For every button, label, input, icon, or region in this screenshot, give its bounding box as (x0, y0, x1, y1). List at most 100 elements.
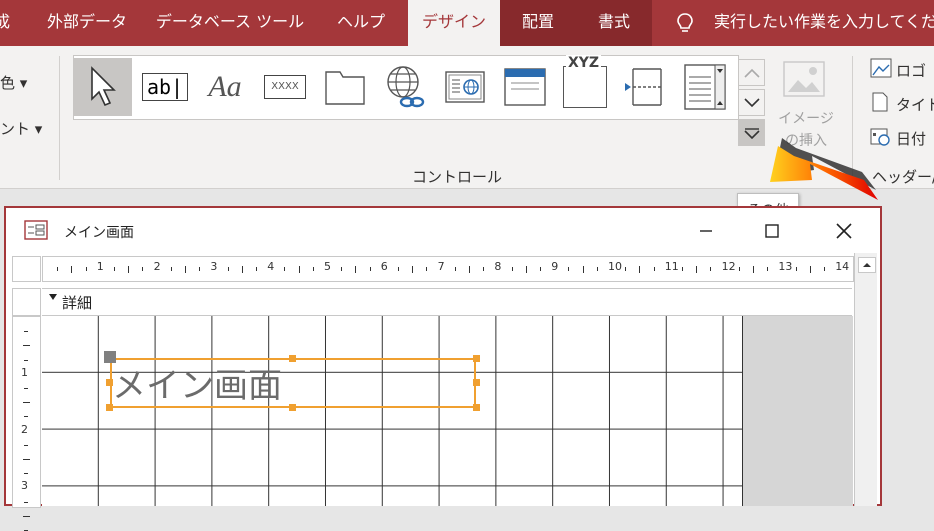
tab-format[interactable]: 書式 (576, 0, 652, 46)
resize-handle-top[interactable] (289, 355, 296, 362)
ruler-h-tick (227, 267, 229, 271)
navigation-control[interactable] (496, 58, 554, 116)
form-title-label[interactable]: メイン画面 (112, 358, 282, 407)
detail-section-bar[interactable] (42, 288, 852, 316)
controls-gallery: ab| Aa XXXX XYZ (73, 55, 739, 120)
ruler-h-number: 13 (778, 260, 793, 273)
lightbulb-icon[interactable] (674, 12, 696, 34)
horizontal-ruler[interactable]: 1 2 3 4 5 6 7 8 9 10 11 12 13 14 (42, 256, 854, 282)
pointer-arrow-icon (91, 66, 116, 107)
tell-me-search[interactable]: 実行したい作業を入力してくださ (714, 0, 934, 46)
label-icon: Aa (208, 70, 242, 103)
ruler-h-tick (284, 267, 286, 271)
combo-box-icon (684, 64, 726, 110)
section-selector[interactable] (12, 288, 41, 316)
ruler-h-tick (128, 265, 130, 273)
ribbon-separator (59, 56, 60, 180)
ribbon-item-font-partial[interactable]: ント ▾ (0, 118, 42, 139)
logo-button[interactable]: ロゴ (896, 60, 926, 81)
ruler-v-number: 2 (21, 422, 28, 436)
ruler-h-tick (85, 267, 87, 271)
date-time-button[interactable]: 日付 (896, 128, 926, 149)
ruler-corner[interactable] (12, 256, 41, 282)
ruler-h-tick (696, 265, 698, 273)
ruler-h-tick (142, 267, 144, 271)
ruler-h-tick (824, 267, 825, 271)
ruler-h-tick (341, 267, 343, 271)
ruler-h-number: 4 (267, 260, 275, 273)
title-button[interactable]: タイト (896, 94, 934, 115)
combo-box-control[interactable] (676, 58, 734, 116)
tab-create-partial[interactable]: 成 (0, 0, 16, 46)
ruler-v-tick (22, 345, 30, 347)
insert-image-label-line1: イメージ (778, 111, 834, 127)
web-browser-control[interactable] (436, 58, 494, 116)
vertical-scrollbar[interactable] (854, 253, 877, 506)
tab-database-tools[interactable]: データベース ツール (150, 0, 310, 46)
form-outside-area (742, 316, 853, 506)
ruler-h-tick (568, 267, 570, 271)
controls-group-label: コントロール (412, 168, 503, 186)
resize-handle-left[interactable] (106, 379, 113, 386)
ruler-h-tick (185, 265, 186, 273)
chevron-up-icon (743, 68, 760, 78)
detail-section-label: 詳細 (62, 294, 93, 312)
ruler-v-number: 3 (21, 479, 28, 493)
ruler-h-tick (241, 265, 243, 273)
close-button[interactable] (824, 216, 864, 246)
label-control[interactable]: Aa (196, 58, 254, 116)
option-group-glyph: XYZ (566, 55, 602, 71)
resize-handle-bottom-right[interactable] (473, 404, 480, 411)
tab-design[interactable]: デザイン (408, 0, 500, 46)
button-control[interactable]: XXXX (256, 58, 314, 116)
navigation-icon (504, 68, 546, 106)
ruler-h-tick (256, 267, 257, 271)
tab-arrange[interactable]: 配置 (500, 0, 576, 46)
tab-external-data[interactable]: 外部データ (32, 0, 142, 46)
ruler-h-tick (369, 267, 371, 271)
resize-handle-bottom-left[interactable] (106, 404, 113, 411)
page-break-control[interactable] (616, 58, 674, 116)
web-browser-icon (445, 71, 485, 103)
ruler-h-tick (114, 267, 115, 271)
ruler-v-tick (24, 501, 28, 503)
maximize-icon (765, 224, 779, 238)
textbox-control[interactable]: ab| (136, 58, 194, 116)
ruler-h-tick (795, 267, 797, 271)
ruler-h-tick (753, 265, 754, 273)
resize-handle-top-right[interactable] (473, 355, 480, 362)
maximize-button[interactable] (752, 216, 792, 246)
insert-image-icon[interactable] (782, 60, 826, 98)
title-page-icon (872, 92, 888, 112)
resize-handle-bottom[interactable] (289, 404, 296, 411)
ruler-h-number: 5 (324, 260, 331, 273)
option-group-control[interactable]: XYZ (556, 55, 614, 116)
ruler-h-tick (412, 265, 414, 273)
page-break-icon (625, 68, 662, 106)
vertical-ruler[interactable]: 1 2 3 (12, 316, 41, 531)
ruler-h-tick (809, 265, 811, 273)
form-icon (24, 220, 48, 240)
ruler-v-tick (22, 402, 30, 404)
minimize-button[interactable] (686, 216, 726, 246)
textbox-icon: ab| (141, 73, 189, 101)
tab-help[interactable]: ヘルプ (322, 0, 400, 46)
ruler-h-number: 11 (664, 260, 679, 273)
ruler-h-tick (639, 265, 641, 273)
design-grid[interactable] (42, 316, 742, 506)
scroll-up-arrow-icon (863, 263, 871, 267)
tab-control[interactable] (316, 58, 374, 116)
ruler-h-tick (596, 267, 598, 271)
move-handle[interactable] (104, 351, 116, 363)
resize-handle-right[interactable] (473, 379, 480, 386)
ruler-h-number: 1 (96, 260, 104, 273)
gallery-scroll-up-button[interactable] (738, 59, 765, 86)
ruler-h-tick (653, 267, 655, 271)
hyperlink-control[interactable] (376, 58, 434, 116)
ribbon-item-color-partial[interactable]: 色 ▾ (0, 72, 27, 93)
gallery-scroll-down-button[interactable] (738, 89, 765, 116)
ruler-h-tick (682, 267, 683, 271)
select-pointer-control[interactable] (74, 58, 132, 116)
globe-link-icon (387, 66, 425, 108)
scroll-up-button[interactable] (858, 257, 876, 273)
